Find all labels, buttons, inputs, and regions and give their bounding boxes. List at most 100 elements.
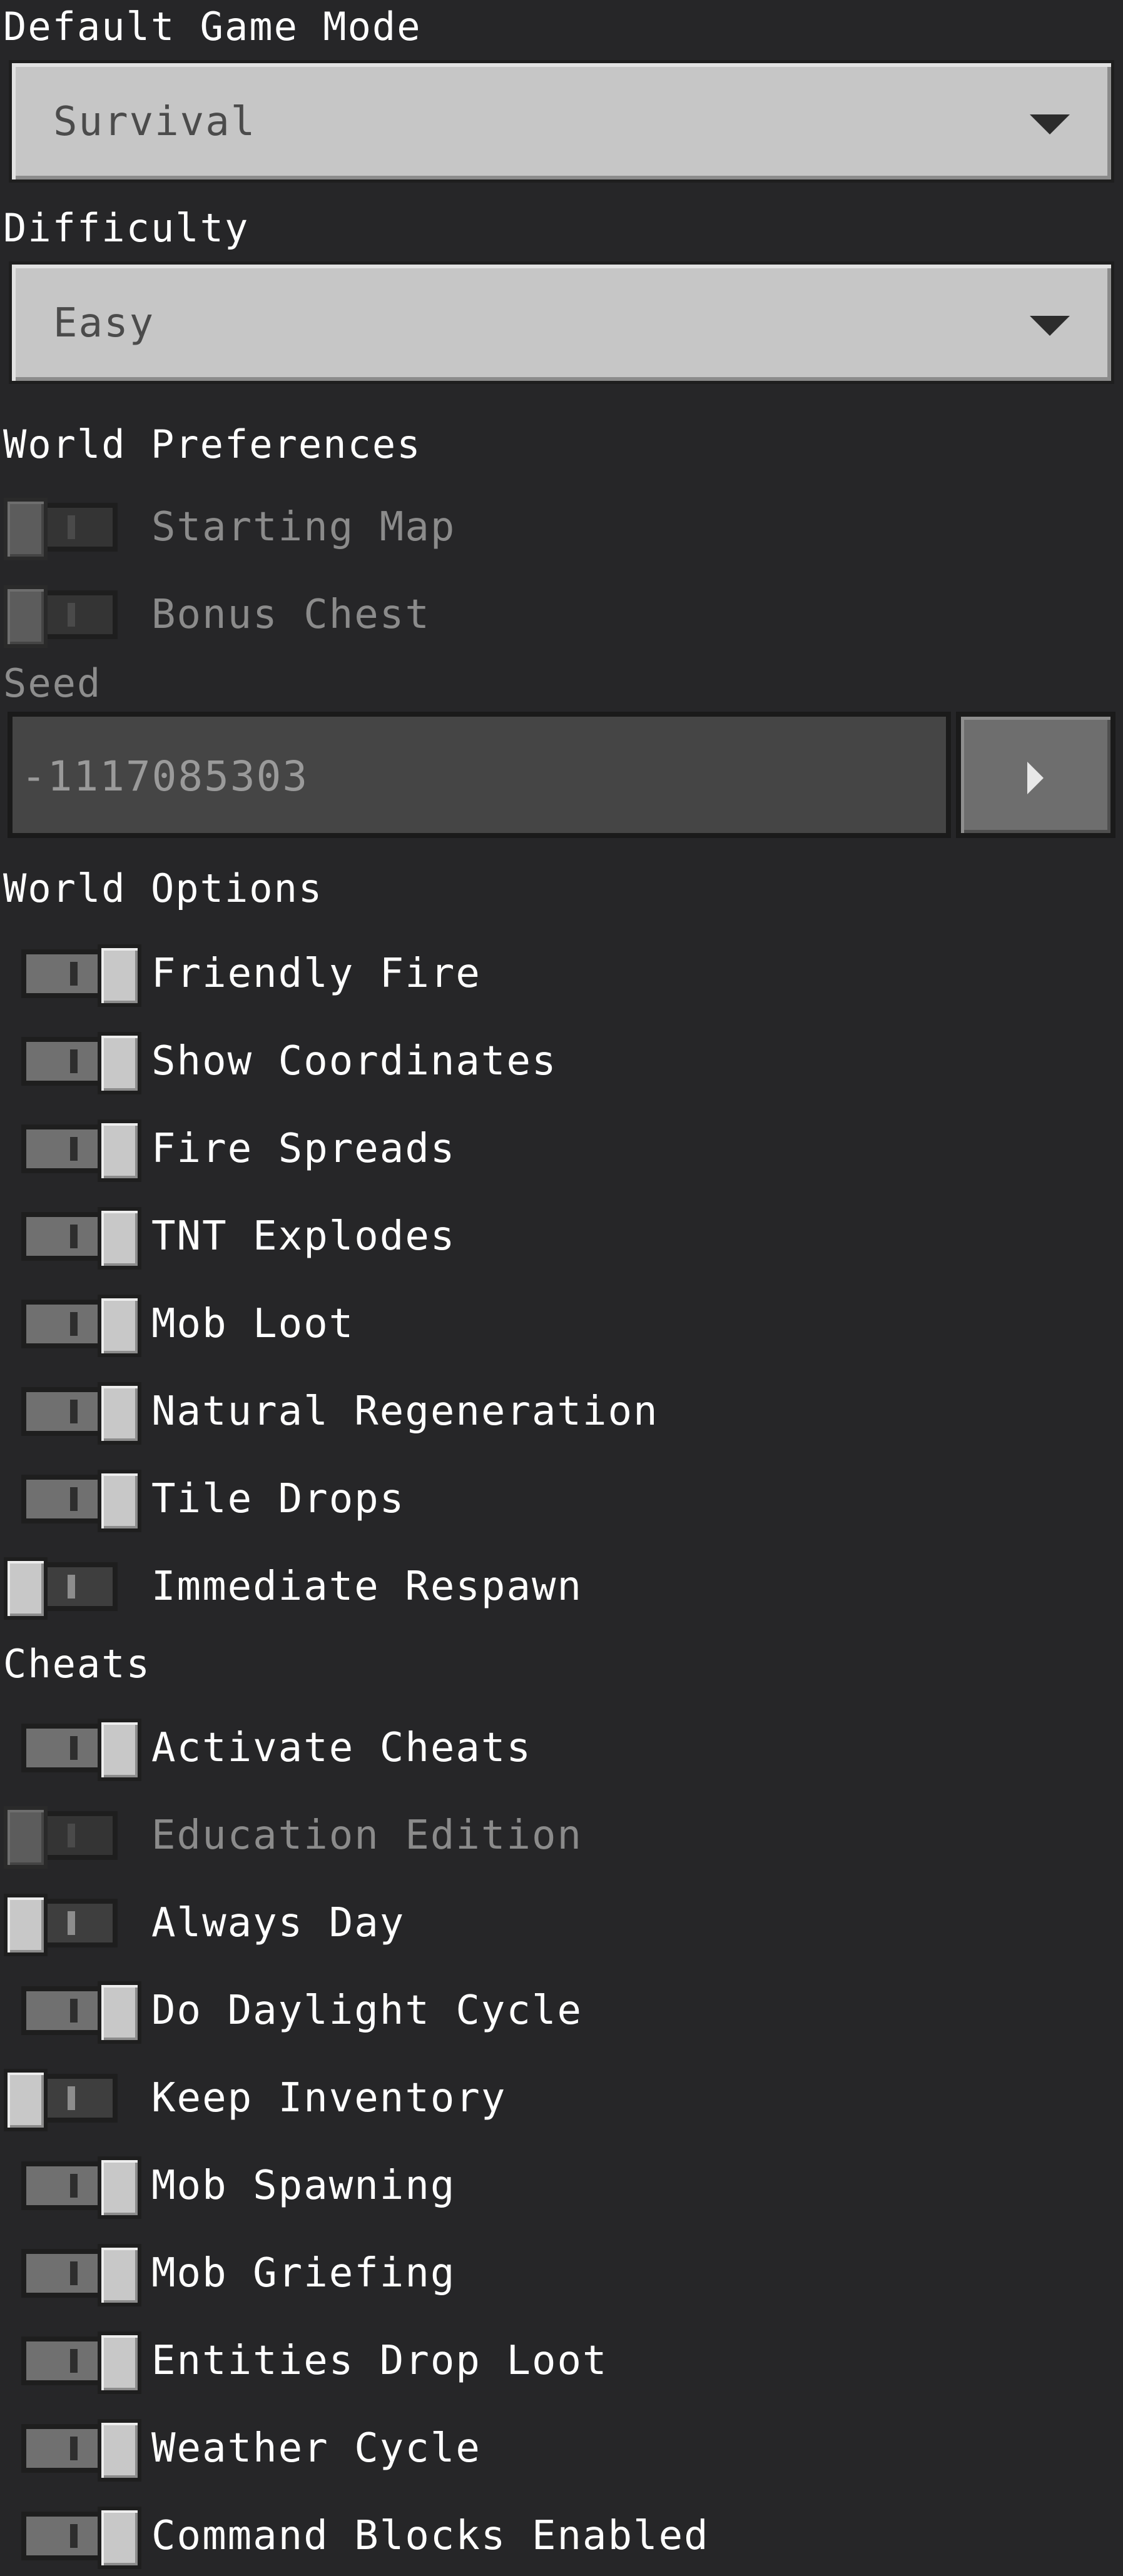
activate-cheats-toggle[interactable] xyxy=(21,1719,141,1781)
toggle-knob[interactable] xyxy=(98,1470,141,1532)
difficulty-label: Difficulty xyxy=(3,205,250,251)
toggle-knob[interactable] xyxy=(98,1032,141,1094)
always-day-label: Always Day xyxy=(151,1900,405,1946)
starting-map-label: Starting Map xyxy=(151,504,456,550)
toggle-row-keep-inventory[interactable]: Keep Inventory xyxy=(0,2056,1123,2131)
toggle-row-fire-spreads[interactable]: Fire Spreads xyxy=(0,1107,1123,1182)
toggle-indicator-icon xyxy=(70,2174,78,2198)
education-edition-label: Education Edition xyxy=(151,1812,583,1859)
toggle-row-bonus-chest: Bonus Chest xyxy=(0,573,1123,648)
toggle-row-entities-drop-loot[interactable]: Entities Drop Loot xyxy=(0,2319,1123,2394)
fire-spreads-toggle[interactable] xyxy=(21,1119,141,1182)
toggle-row-friendly-fire[interactable]: Friendly Fire xyxy=(0,932,1123,1007)
toggle-knob[interactable] xyxy=(98,1981,141,2044)
seed-input[interactable]: -1117085303 xyxy=(8,712,951,838)
friendly-fire-label: Friendly Fire xyxy=(151,951,481,997)
mob-griefing-toggle[interactable] xyxy=(21,2244,141,2306)
game-mode-value: Survival xyxy=(53,99,257,145)
toggle-knob[interactable] xyxy=(4,1557,48,1620)
seed-picker-button[interactable] xyxy=(956,712,1115,838)
toggle-row-weather-cycle[interactable]: Weather Cycle xyxy=(0,2407,1123,2482)
friendly-fire-toggle[interactable] xyxy=(21,944,141,1007)
starting-map-toggle xyxy=(4,498,118,560)
toggle-indicator-icon xyxy=(70,2349,78,2373)
toggle-indicator-icon xyxy=(70,1312,78,1336)
always-day-toggle[interactable] xyxy=(4,1894,118,1956)
toggle-row-activate-cheats[interactable]: Activate Cheats xyxy=(0,1706,1123,1781)
toggle-indicator-icon xyxy=(68,603,75,627)
toggle-row-immediate-respawn[interactable]: Immediate Respawn xyxy=(0,1545,1123,1620)
game-mode-dropdown[interactable]: Survival xyxy=(9,60,1114,183)
toggle-row-tnt-explodes[interactable]: TNT Explodes xyxy=(0,1195,1123,1270)
cheats-heading: Cheats xyxy=(3,1641,151,1687)
do-daylight-cycle-toggle[interactable] xyxy=(21,1981,141,2044)
toggle-knob[interactable] xyxy=(98,2156,141,2219)
command-blocks-enabled-toggle[interactable] xyxy=(21,2507,141,2569)
toggle-row-do-daylight-cycle[interactable]: Do Daylight Cycle xyxy=(0,1969,1123,2044)
toggle-indicator-icon xyxy=(70,962,78,986)
world-preferences-heading: World Preferences xyxy=(3,422,422,467)
toggle-knob[interactable] xyxy=(98,944,141,1007)
toggle-knob[interactable] xyxy=(98,1382,141,1445)
keep-inventory-toggle[interactable] xyxy=(4,2069,118,2131)
difficulty-dropdown[interactable]: Easy xyxy=(9,261,1114,384)
toggle-knob[interactable] xyxy=(4,1806,48,1869)
chevron-down-icon xyxy=(1030,316,1070,336)
toggle-knob[interactable] xyxy=(98,2507,141,2569)
toggle-indicator-icon xyxy=(68,1575,75,1599)
toggle-row-starting-map: Starting Map xyxy=(0,485,1123,560)
difficulty-value: Easy xyxy=(53,300,155,346)
tile-drops-label: Tile Drops xyxy=(151,1476,405,1522)
seed-label: Seed xyxy=(3,660,102,706)
entities-drop-loot-toggle[interactable] xyxy=(21,2331,141,2394)
show-coordinates-toggle[interactable] xyxy=(21,1032,141,1094)
toggle-indicator-icon xyxy=(70,1049,78,1073)
toggle-knob[interactable] xyxy=(98,1119,141,1182)
toggle-indicator-icon xyxy=(70,1225,78,1248)
seed-value: -1117085303 xyxy=(21,752,309,801)
chevron-down-icon xyxy=(1030,114,1070,134)
toggle-row-always-day[interactable]: Always Day xyxy=(0,1881,1123,1956)
toggle-indicator-icon xyxy=(68,515,75,539)
education-edition-toggle xyxy=(4,1806,118,1869)
toggle-row-mob-griefing[interactable]: Mob Griefing xyxy=(0,2231,1123,2306)
toggle-knob[interactable] xyxy=(98,1295,141,1357)
toggle-row-command-blocks-enabled[interactable]: Command Blocks Enabled xyxy=(0,2494,1123,2569)
mob-spawning-label: Mob Spawning xyxy=(151,2163,456,2209)
natural-regeneration-toggle[interactable] xyxy=(21,1382,141,1445)
toggle-row-mob-spawning[interactable]: Mob Spawning xyxy=(0,2144,1123,2219)
bonus-chest-toggle xyxy=(4,585,118,648)
toggle-knob[interactable] xyxy=(4,2069,48,2131)
toggle-knob[interactable] xyxy=(4,585,48,648)
toggle-indicator-icon xyxy=(70,1137,78,1161)
toggle-row-mob-loot[interactable]: Mob Loot xyxy=(0,1282,1123,1357)
mob-loot-toggle[interactable] xyxy=(21,1295,141,1357)
toggle-indicator-icon xyxy=(70,1487,78,1511)
toggle-knob[interactable] xyxy=(98,2244,141,2306)
immediate-respawn-toggle[interactable] xyxy=(4,1557,118,1620)
toggle-indicator-icon xyxy=(68,1911,75,1935)
show-coordinates-label: Show Coordinates xyxy=(151,1038,557,1084)
toggle-knob[interactable] xyxy=(98,2419,141,2482)
toggle-knob[interactable] xyxy=(98,1719,141,1781)
toggle-knob[interactable] xyxy=(98,1207,141,1270)
entities-drop-loot-label: Entities Drop Loot xyxy=(151,2338,608,2384)
mob-spawning-toggle[interactable] xyxy=(21,2156,141,2219)
toggle-indicator-icon xyxy=(70,1736,78,1760)
toggle-indicator-icon xyxy=(70,1400,78,1423)
toggle-knob[interactable] xyxy=(98,2331,141,2394)
toggle-row-tile-drops[interactable]: Tile Drops xyxy=(0,1457,1123,1532)
world-options-heading: World Options xyxy=(3,866,323,911)
toggle-row-show-coordinates[interactable]: Show Coordinates xyxy=(0,1019,1123,1094)
weather-cycle-toggle[interactable] xyxy=(21,2419,141,2482)
toggle-indicator-icon xyxy=(68,2086,75,2110)
toggle-knob[interactable] xyxy=(4,1894,48,1956)
toggle-row-natural-regeneration[interactable]: Natural Regeneration xyxy=(0,1370,1123,1445)
bonus-chest-label: Bonus Chest xyxy=(151,592,430,638)
tile-drops-toggle[interactable] xyxy=(21,1470,141,1532)
toggle-indicator-icon xyxy=(70,2261,78,2285)
toggle-indicator-icon xyxy=(70,2524,78,2548)
immediate-respawn-label: Immediate Respawn xyxy=(151,1563,583,1610)
tnt-explodes-toggle[interactable] xyxy=(21,1207,141,1270)
toggle-knob[interactable] xyxy=(4,498,48,560)
